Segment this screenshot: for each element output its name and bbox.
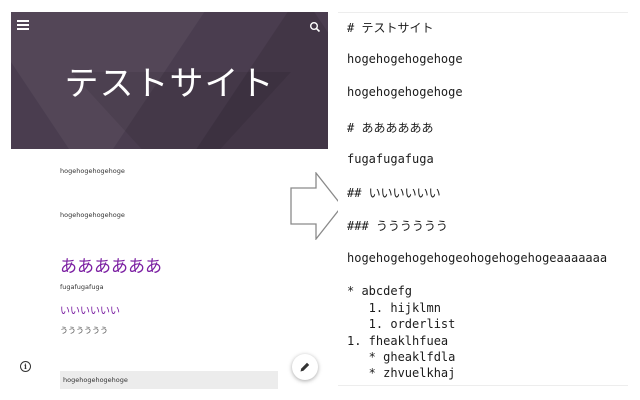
markdown-line: 1. orderlist [347, 317, 456, 331]
pencil-icon [300, 362, 310, 372]
markdown-line: fugafugafuga [347, 152, 434, 166]
preview-heading-2: いいいいいい [60, 306, 120, 317]
hero-banner: テストサイト [11, 12, 328, 149]
footer-text: hogehogehogehoge [63, 376, 128, 384]
markdown-line: * gheaklfdla [347, 350, 456, 364]
preview-paragraph: hogehogehogehoge [60, 167, 125, 175]
markdown-line: # ああああああ [347, 121, 434, 135]
markdown-line: * abcdefg [347, 284, 413, 298]
markdown-line: hogehogehogehoge [347, 85, 463, 99]
search-icon[interactable] [309, 18, 321, 33]
markdown-line: ### うううううう [347, 219, 448, 233]
preview-heading-1: ああああああ [60, 257, 162, 277]
preview-paragraph: hogehogehogehoge [60, 211, 125, 219]
markdown-source: # テストサイト hogehogehogehoge hogehogehogeho… [338, 12, 628, 386]
markdown-line: # テストサイト [347, 21, 434, 35]
markdown-line: hogehogehogehogeohogehogehogeaaaaaaa [347, 251, 608, 265]
markdown-line: 1. hijklmn [347, 301, 441, 315]
markdown-line: ## いいいいいい [347, 186, 441, 200]
preview-heading-3: うううううう [60, 326, 108, 335]
preview-footer-bar: hogehogehogehoge [60, 371, 278, 389]
preview-paragraph: fugafugafuga [60, 283, 104, 291]
hero-title: テストサイト [64, 64, 275, 104]
markdown-line: * zhvuelkhaj [347, 366, 456, 380]
markdown-line: hogehogehogehoge [347, 52, 463, 66]
markdown-line: 1. fheaklhfuea [347, 334, 449, 348]
info-icon[interactable]: i [20, 361, 31, 372]
rendered-preview: テストサイト hogehogehogehoge hogehogehogehoge… [11, 12, 328, 390]
menu-icon[interactable] [17, 20, 29, 30]
right-arrow-icon [290, 172, 343, 240]
edit-button[interactable] [292, 354, 318, 380]
